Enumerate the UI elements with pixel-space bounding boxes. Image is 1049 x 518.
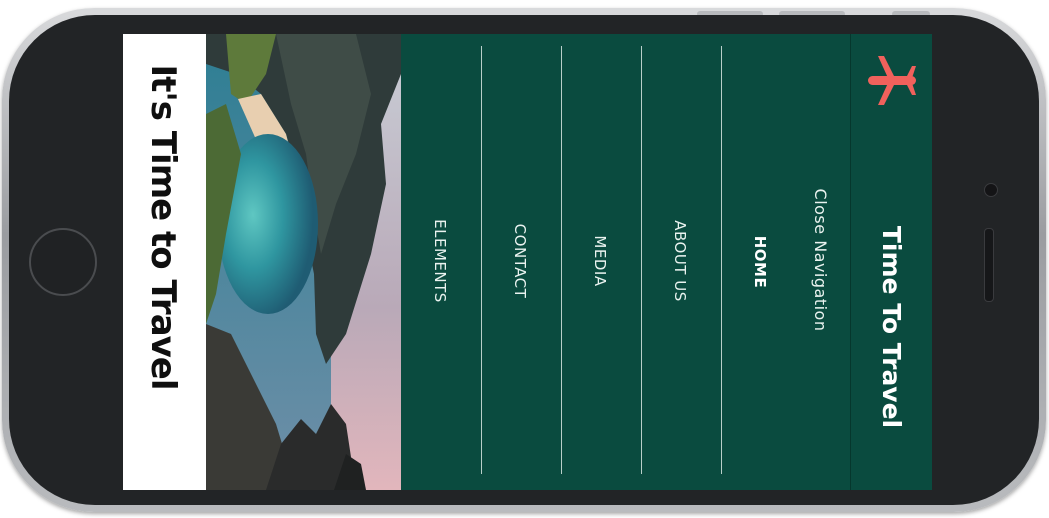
earpiece-speaker xyxy=(984,228,994,302)
airplane-icon[interactable] xyxy=(864,52,920,108)
nav-item-home[interactable]: HOME xyxy=(748,162,772,362)
header-bar: Time To Travel xyxy=(850,34,932,490)
screen: It's Time to Travel ELEMENTS CONTACT MED… xyxy=(123,34,932,490)
nav-divider xyxy=(481,46,482,474)
nav-item-elements[interactable]: ELEMENTS xyxy=(428,161,452,361)
navigation-panel: ELEMENTS CONTACT MEDIA ABOUT US HOME Clo… xyxy=(401,34,932,490)
hero-title: It's Time to Travel xyxy=(143,64,183,390)
nav-divider xyxy=(721,46,722,474)
hero-section: It's Time to Travel xyxy=(123,34,206,490)
close-navigation-button[interactable]: Close Navigation xyxy=(808,160,832,360)
home-button[interactable] xyxy=(29,228,97,296)
nav-divider xyxy=(561,46,562,474)
brand-title[interactable]: Time To Travel xyxy=(874,217,908,437)
nav-item-media[interactable]: MEDIA xyxy=(588,161,612,361)
nav-item-about-us[interactable]: ABOUT US xyxy=(668,161,692,361)
nav-item-contact[interactable]: CONTACT xyxy=(508,161,532,361)
hero-landscape-image xyxy=(206,34,401,490)
front-camera xyxy=(984,183,998,197)
nav-divider xyxy=(641,46,642,474)
